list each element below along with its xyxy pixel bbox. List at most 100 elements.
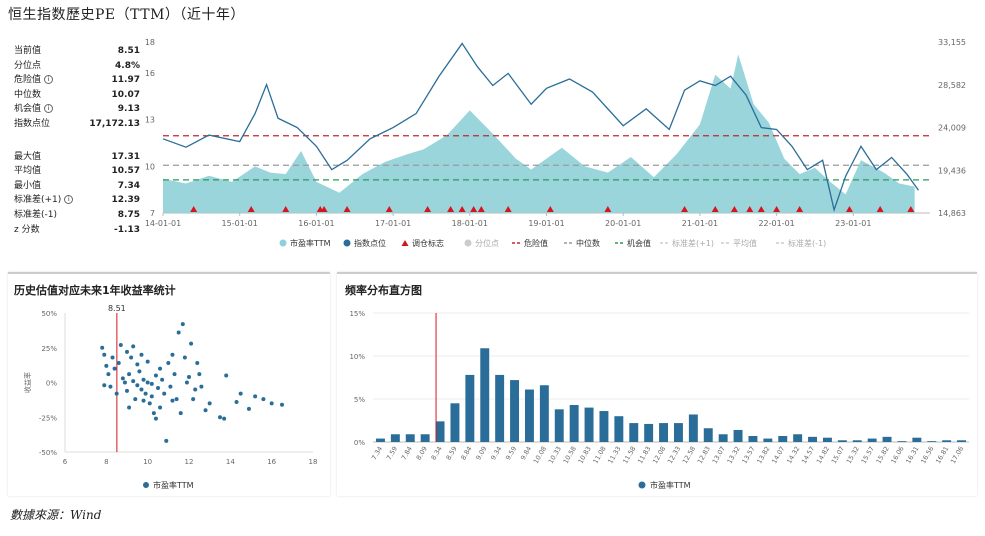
scatter-point: [127, 405, 132, 410]
hist-bar: [778, 435, 788, 442]
legend-label: 市盈率TTM: [153, 480, 194, 490]
legend-swatch: [143, 482, 149, 488]
scatter-point: [118, 342, 123, 347]
y-left-tick-label: 13: [145, 116, 155, 125]
legend-swatch: [279, 239, 287, 247]
y-right-tick-label: 24,009: [938, 124, 966, 133]
hist-x-tick-label: 15.82: [875, 445, 891, 465]
x-tick-label: 15-01-01: [222, 219, 258, 228]
scatter-point: [168, 384, 173, 389]
scatter-point: [131, 379, 136, 384]
legend-label: 调仓标志: [412, 238, 444, 248]
hist-bar: [510, 380, 520, 442]
scatter-point: [131, 344, 136, 349]
hist-bar: [375, 438, 385, 442]
hist-x-tick-label: 9.59: [504, 445, 518, 462]
hist-bar: [524, 389, 534, 442]
scatter-point: [193, 387, 198, 392]
scatter-x-tick-label: 10: [143, 458, 152, 466]
scatter-point: [172, 372, 177, 377]
hist-x-tick-label: 14.07: [770, 445, 786, 465]
current-pe-label: 8.51: [108, 304, 126, 313]
scatter-point: [102, 352, 107, 357]
hist-x-tick-label: 15.07: [830, 445, 846, 465]
hist-bar: [897, 441, 907, 442]
scatter-point: [137, 369, 142, 374]
y-left-tick-label: 7: [150, 209, 155, 218]
hist-x-tick-label: 13.82: [755, 445, 771, 465]
scatter-point: [141, 398, 146, 403]
x-tick-label: 14-01-01: [145, 219, 181, 228]
hist-x-tick-label: 14.57: [800, 445, 816, 465]
y-left-tick-label: 10: [145, 162, 155, 171]
hist-x-tick-label: 12.83: [696, 445, 712, 465]
hist-bar: [420, 434, 430, 442]
x-tick-label: 19-01-01: [528, 219, 564, 228]
hist-x-tick-label: 17.06: [949, 445, 965, 465]
scatter-point: [203, 408, 208, 413]
hist-bar: [614, 416, 624, 442]
hist-bar: [837, 440, 847, 442]
scatter-point: [149, 381, 154, 386]
scatter-x-tick-label: 8: [104, 458, 108, 466]
hist-x-tick-label: 10.33: [547, 445, 563, 465]
hist-bar: [942, 440, 952, 442]
hist-bar: [822, 437, 832, 442]
legend-label: 标准差(+1): [672, 238, 714, 248]
hist-bar: [673, 423, 683, 442]
hist-bar: [644, 423, 654, 442]
scatter-point: [153, 416, 158, 421]
scatter-point: [195, 361, 200, 366]
scatter-point: [135, 362, 140, 367]
scatter-point: [187, 374, 191, 379]
hist-x-tick-label: 10.58: [562, 445, 578, 465]
scatter-point: [280, 402, 284, 407]
scatter-point: [218, 415, 222, 420]
scatter-x-tick-label: 6: [63, 458, 68, 466]
hist-bar: [927, 441, 937, 442]
scatter-point: [114, 391, 119, 396]
scatter-point: [234, 399, 239, 404]
x-tick-label: 23-01-01: [835, 219, 871, 228]
scatter-y-tick-label: 50%: [41, 310, 57, 318]
scatter-point: [164, 438, 169, 443]
scatter-point: [125, 388, 129, 393]
hist-x-tick-label: 16.06: [889, 445, 905, 465]
scatter-x-tick-label: 16: [267, 458, 276, 466]
legend-label: 危险值: [524, 238, 548, 248]
scatter-point: [120, 376, 125, 381]
legend-label: 市盈率TTM: [650, 480, 691, 490]
hist-bar: [465, 374, 475, 442]
y-right-tick-label: 28,582: [938, 81, 966, 90]
pe-ttm-area: [163, 54, 915, 213]
scatter-point: [104, 363, 109, 368]
scatter-point: [178, 411, 183, 416]
scatter-y-tick-label: 25%: [41, 345, 57, 353]
scatter-chart: 50% 25% 0% -25% -50% 6 8 10 12 14 16 18 收益率 8.51 市盈率TT…: [23, 304, 317, 490]
scatter-point: [149, 394, 154, 399]
scatter-point: [170, 398, 175, 403]
hist-bar: [599, 411, 609, 442]
scatter-point: [102, 383, 107, 388]
hist-x-tick-label: 8.84: [459, 445, 473, 462]
hist-x-tick-label: 11.58: [621, 445, 637, 465]
scatter-y-axis-label: 收益率: [23, 372, 32, 393]
legend-label: 分位点: [475, 238, 499, 248]
scatter-point: [253, 394, 258, 399]
hist-bar: [703, 428, 713, 442]
y-right-tick-label: 19,436: [938, 166, 966, 175]
hist-x-tick-label: 12.33: [666, 445, 682, 465]
hist-x-tick-label: 8.34: [430, 445, 444, 462]
data-source: 數據來源：Wind: [10, 508, 102, 522]
hist-x-tick-label: 8.59: [445, 445, 459, 462]
hist-bar: [390, 434, 400, 442]
scatter-point: [133, 397, 138, 402]
scatter-point: [224, 373, 229, 378]
hist-bar: [495, 374, 505, 442]
hist-bar: [733, 429, 743, 442]
y-left-tick-label: 18: [145, 38, 155, 47]
scatter-point: [112, 366, 117, 371]
legend-label: 市盈率TTM: [290, 238, 331, 248]
legend-label: 平均值: [733, 238, 757, 248]
scatter-point: [197, 372, 202, 377]
